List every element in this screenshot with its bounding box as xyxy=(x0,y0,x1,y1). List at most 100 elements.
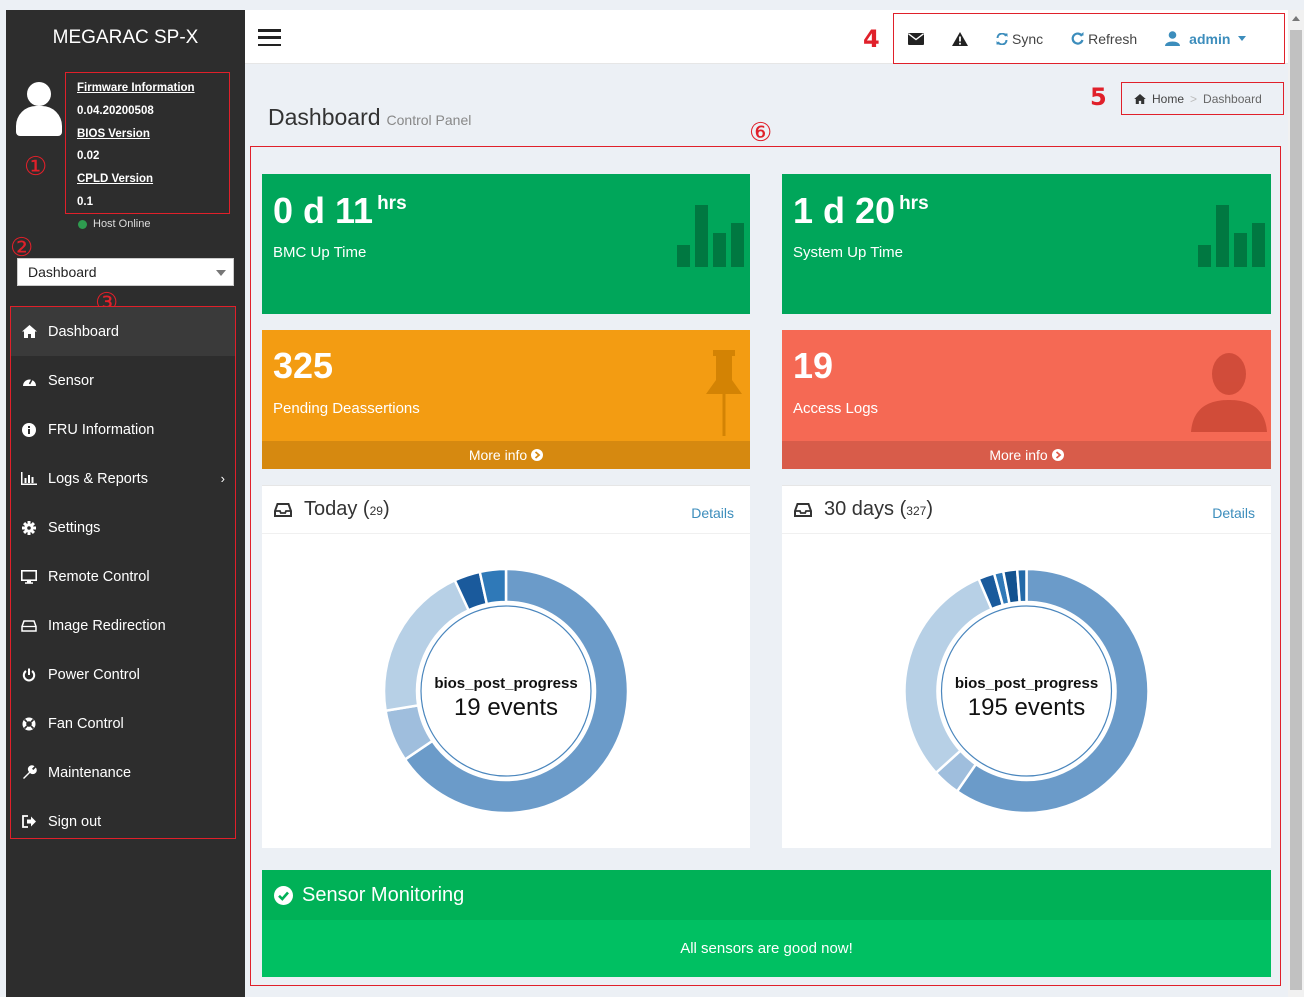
access-logs-tile: 19 Access Logs More info xyxy=(782,330,1271,469)
sidebar: MEGARAC SP-X Firmware Information 0.04.2… xyxy=(6,10,245,997)
hdd-icon xyxy=(21,618,37,634)
bmc-uptime-tile: 0 d 11 hrs BMC Up Time xyxy=(262,174,750,314)
page-title-text: Dashboard xyxy=(268,104,381,130)
sensor-status-message: All sensors are good now! xyxy=(262,920,1271,977)
sidebar-item-label: Fan Control xyxy=(48,715,124,732)
chevron-right-icon: › xyxy=(220,471,225,486)
today-events-panel: Today (29) Details bios_post_progress 19… xyxy=(262,485,750,848)
user-silhouette-icon xyxy=(1191,353,1267,432)
refresh-button[interactable]: Refresh xyxy=(1057,14,1151,63)
user-name: admin xyxy=(1189,30,1231,47)
bar-chart-icon xyxy=(21,471,37,487)
gear-icon xyxy=(21,520,37,536)
annotation-marker-5: 5 xyxy=(1090,83,1107,111)
sidebar-item-label: Logs & Reports xyxy=(48,470,148,487)
cpld-version: 0.1 xyxy=(77,195,93,208)
sync-label: Sync xyxy=(1012,30,1044,47)
sidebar-item-remote-control[interactable]: Remote Control xyxy=(11,552,235,601)
cpld-version-link[interactable]: CPLD Version xyxy=(77,168,218,191)
today-panel-title: Today (29) xyxy=(304,498,390,520)
sidebar-item-fru-information[interactable]: FRU Information xyxy=(11,405,235,454)
alerts-button[interactable] xyxy=(938,14,982,63)
sidebar-item-logs-reports[interactable]: Logs & Reports › xyxy=(11,454,235,503)
sidebar-item-label: FRU Information xyxy=(48,421,155,438)
sidebar-item-label: Sensor xyxy=(48,372,94,389)
thirty-day-panel-title: 30 days (327) xyxy=(824,498,933,520)
firmware-info-link[interactable]: Firmware Information xyxy=(77,77,218,100)
top-navbar: 4 Sync Refresh admin xyxy=(245,10,1288,64)
sidebar-item-label: Remote Control xyxy=(48,568,150,585)
system-uptime-tile: 1 d 20 hrs System Up Time xyxy=(782,174,1271,314)
today-donut-center-value: 19 events xyxy=(453,694,559,721)
bar-chart-icon xyxy=(1198,205,1265,267)
sidebar-item-fan-control[interactable]: Fan Control xyxy=(11,699,235,748)
pending-deassertions-value: 325 xyxy=(273,345,334,386)
sidebar-item-sign-out[interactable]: Sign out xyxy=(11,797,235,846)
sync-icon xyxy=(996,32,1008,45)
more-info-label: More info xyxy=(989,447,1048,463)
thirty-day-donut-center-label: bios_post_progress xyxy=(954,675,1099,692)
donut-slice-other-6[interactable] xyxy=(1015,567,1028,604)
arrow-circle-right-icon xyxy=(531,449,544,461)
thirty-day-donut-center-value: 195 events xyxy=(967,694,1086,721)
breadcrumb-current: Dashboard xyxy=(1203,91,1262,106)
arrow-circle-right-icon xyxy=(1051,449,1064,461)
user-menu-dropdown[interactable]: admin xyxy=(1151,14,1260,63)
sidebar-item-sensor[interactable]: Sensor xyxy=(11,356,235,405)
host-status-text: Host Online xyxy=(93,218,151,230)
wrench-icon xyxy=(21,765,37,781)
sidebar-item-label: Dashboard xyxy=(48,323,119,340)
thirty-day-count: 327 xyxy=(906,504,927,518)
desktop-icon xyxy=(21,569,37,585)
annotation-marker-1: ① xyxy=(24,152,48,182)
messages-button[interactable] xyxy=(894,14,938,63)
bios-version: 0.02 xyxy=(77,150,100,163)
thirty-day-details-link[interactable]: Details xyxy=(1212,505,1255,521)
today-donut-center-label: bios_post_progress xyxy=(434,675,578,692)
access-logs-value: 19 xyxy=(793,345,834,386)
vertical-scrollbar[interactable] xyxy=(1288,10,1304,997)
pending-more-info-link[interactable]: More info xyxy=(262,441,750,469)
sidebar-item-maintenance[interactable]: Maintenance xyxy=(11,748,235,797)
today-title-text: Today xyxy=(304,498,358,520)
access-more-info-link[interactable]: More info xyxy=(782,441,1271,469)
navigation-select[interactable]: Dashboard xyxy=(17,258,234,286)
brand-title: MEGARAC SP-X xyxy=(6,10,245,66)
system-uptime-number: 1 d 20 xyxy=(793,190,896,231)
sensor-monitoring-panel: Sensor Monitoring All sensors are good n… xyxy=(262,870,1271,977)
more-info-label: More info xyxy=(468,447,528,463)
pushpin-icon xyxy=(706,350,742,436)
warning-icon xyxy=(952,31,968,46)
host-status: Host Online xyxy=(78,218,150,230)
home-icon xyxy=(1134,93,1146,104)
bar-chart-icon xyxy=(677,205,744,267)
sync-button[interactable]: Sync xyxy=(982,14,1057,63)
user-icon xyxy=(1165,31,1181,46)
sidebar-item-image-redirection[interactable]: Image Redirection xyxy=(11,601,235,650)
today-details-link[interactable]: Details xyxy=(691,505,734,521)
inbox-icon xyxy=(794,502,812,517)
pending-deassertions-tile: 325 Pending Deassertions More info xyxy=(262,330,750,469)
sidebar-item-dashboard[interactable]: Dashboard xyxy=(11,307,235,356)
sidebar-item-label: Settings xyxy=(48,519,101,536)
home-icon xyxy=(21,324,37,340)
sensor-monitoring-header: Sensor Monitoring xyxy=(262,870,1271,920)
scroll-up-icon[interactable] xyxy=(1292,16,1300,21)
sidebar-item-settings[interactable]: Settings xyxy=(11,503,235,552)
bmc-uptime-unit: hrs xyxy=(377,193,407,214)
check-circle-icon xyxy=(274,885,293,905)
fan-icon xyxy=(21,716,37,732)
bmc-uptime-label: BMC Up Time xyxy=(273,244,367,261)
version-info-box: Firmware Information 0.04.20200508 BIOS … xyxy=(65,72,230,214)
scrollbar-thumb[interactable] xyxy=(1290,30,1302,990)
breadcrumb: Home > Dashboard xyxy=(1121,82,1284,115)
breadcrumb-home-link[interactable]: Home xyxy=(1152,92,1184,106)
system-uptime-unit: hrs xyxy=(899,193,929,214)
breadcrumb-separator: > xyxy=(1190,91,1198,106)
hamburger-menu-icon[interactable] xyxy=(258,29,281,46)
page-title: Dashboard Control Panel xyxy=(268,104,471,131)
sidebar-item-power-control[interactable]: Power Control xyxy=(11,650,235,699)
bios-version-link[interactable]: BIOS Version xyxy=(77,123,218,146)
sidebar-item-label: Image Redirection xyxy=(48,617,166,634)
dashboard-gauge-icon xyxy=(21,373,37,389)
